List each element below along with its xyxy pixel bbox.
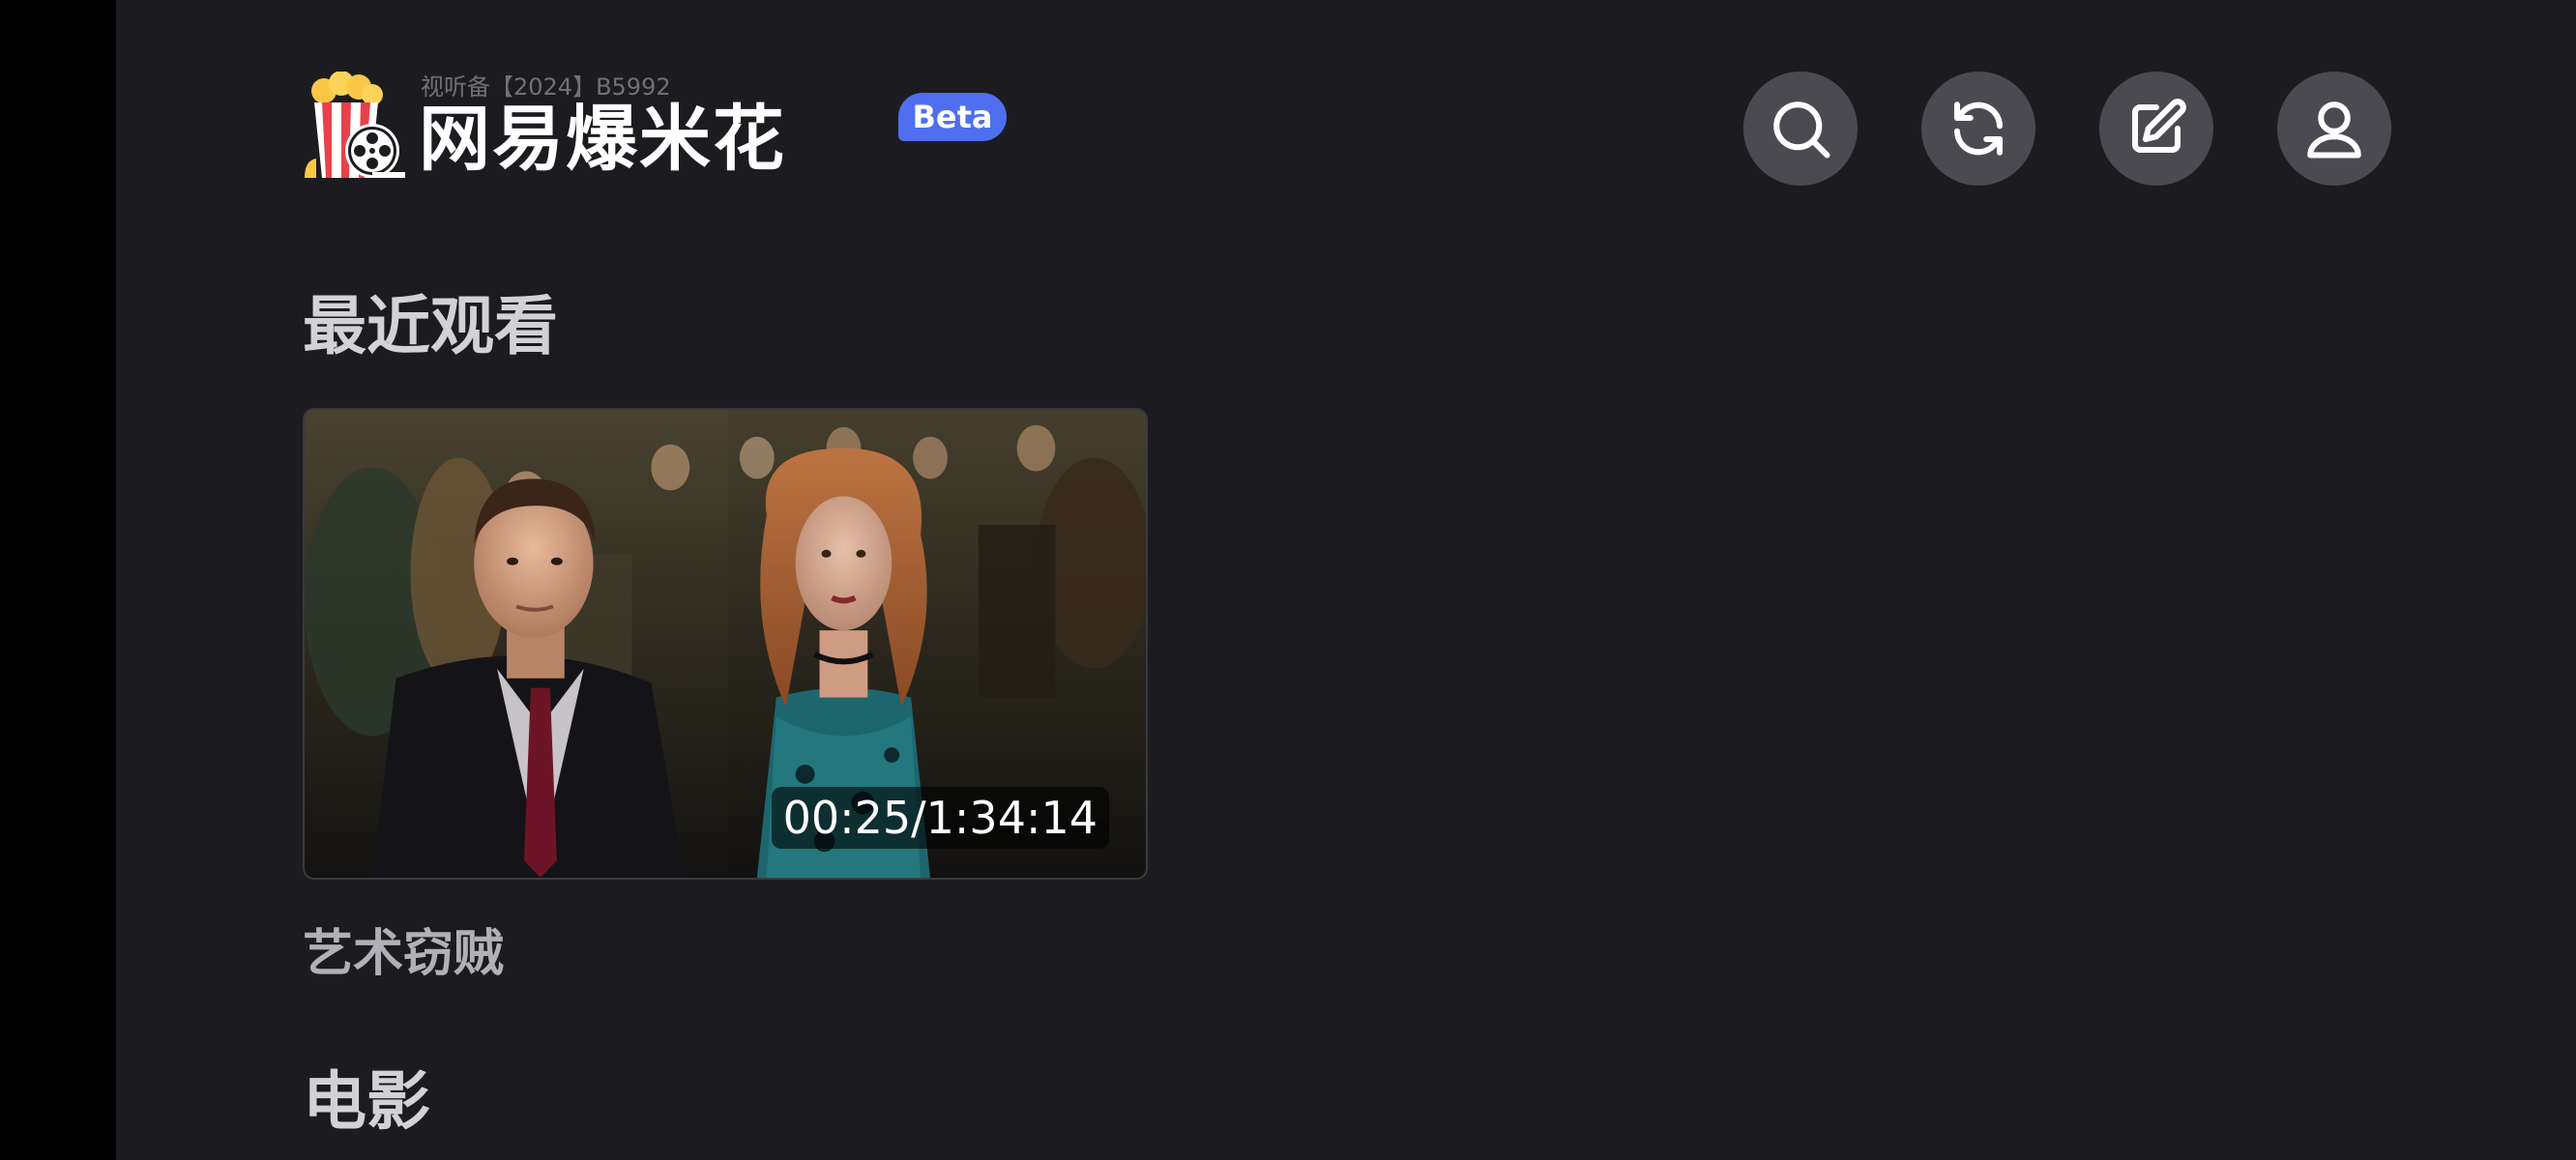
header-actions — [1743, 72, 2391, 186]
app-logo: 视听备【2024】B5992 网易爆米花 Beta — [303, 68, 1038, 193]
search-icon — [1773, 102, 1830, 159]
app-container: 视听备【2024】B5992 网易爆米花 Beta 最近观看 00:25/1:3… — [116, 0, 2576, 1160]
screen: 视听备【2024】B5992 网易爆米花 Beta 最近观看 00:25/1:3… — [0, 0, 2576, 1160]
profile-button[interactable] — [2277, 72, 2391, 186]
brand-name: 网易爆米花 — [419, 98, 786, 181]
user-icon — [2307, 102, 2361, 159]
refresh-button[interactable] — [1921, 72, 2035, 186]
refresh-icon — [1953, 102, 2004, 156]
recent-item-card[interactable]: 00:25/1:34:14 — [303, 408, 1148, 880]
search-button[interactable] — [1743, 72, 1858, 186]
beta-badge: Beta — [898, 93, 1007, 141]
movies-section-title: 电影 — [303, 1064, 430, 1139]
recent-item-title[interactable]: 艺术窃贼 — [303, 913, 504, 985]
recent-section-title: 最近观看 — [303, 289, 558, 363]
edit-icon — [2131, 99, 2186, 154]
playback-progress-text: 00:25/1:34:14 — [771, 787, 1109, 849]
edit-button[interactable] — [2099, 72, 2213, 186]
popcorn-film-logo-icon — [305, 72, 405, 178]
